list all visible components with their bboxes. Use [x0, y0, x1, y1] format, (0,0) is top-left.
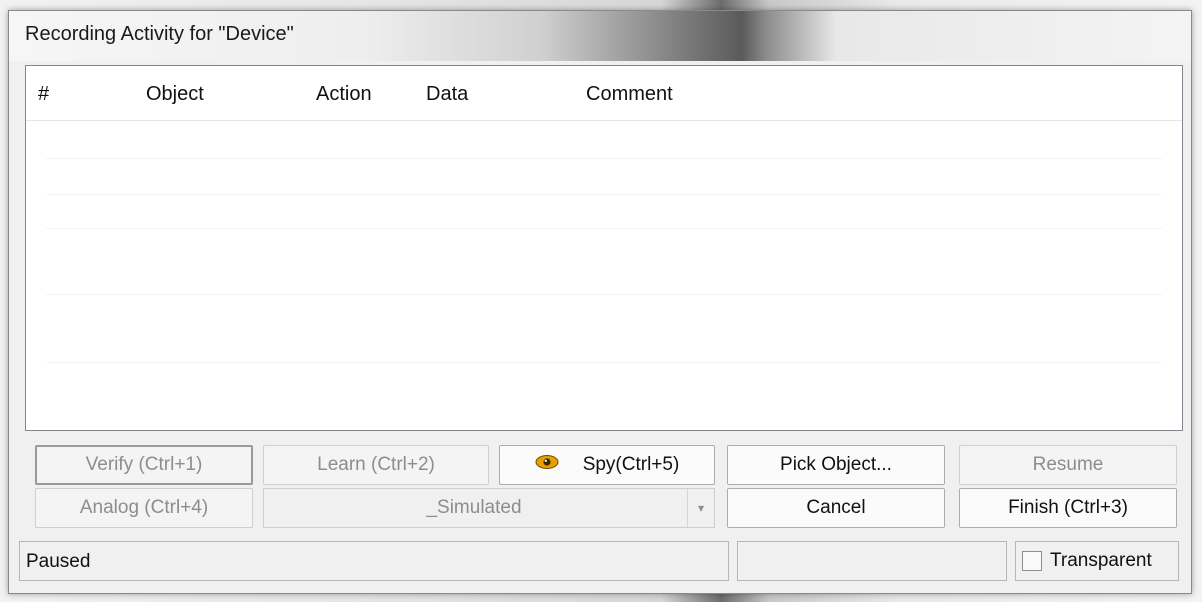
list-gridline [46, 294, 1162, 295]
spy-button-label: Spy(Ctrl+5) [582, 454, 680, 475]
cancel-button[interactable]: Cancel [727, 488, 945, 528]
list-gridline [46, 194, 1162, 195]
window-title: Recording Activity for "Device" [25, 23, 294, 45]
list-gridline [46, 228, 1162, 229]
recording-mode-value: _Simulated [426, 497, 522, 518]
column-header-number[interactable]: # [38, 83, 49, 106]
column-header-data[interactable]: Data [426, 83, 468, 106]
analog-button[interactable]: Analog (Ctrl+4) [35, 488, 253, 528]
verify-button[interactable]: Verify (Ctrl+1) [35, 445, 253, 485]
recording-window: Recording Activity for "Device" # Object… [8, 10, 1192, 594]
recording-mode-select[interactable]: _Simulated ▾ [263, 488, 715, 528]
status-bar: Paused Transparent [19, 541, 1185, 583]
list-gridline [46, 362, 1162, 363]
column-header-action[interactable]: Action [316, 83, 372, 106]
finish-button[interactable]: Finish (Ctrl+3) [959, 488, 1177, 528]
status-panel-secondary [737, 541, 1007, 581]
learn-button[interactable]: Learn (Ctrl+2) [263, 445, 489, 485]
eye-icon [535, 454, 559, 476]
status-panel-main: Paused [19, 541, 729, 581]
transparent-checkbox[interactable] [1022, 551, 1042, 571]
column-header-comment[interactable]: Comment [586, 83, 673, 106]
column-header-object[interactable]: Object [146, 83, 204, 106]
chevron-down-icon[interactable]: ▾ [687, 489, 714, 527]
list-header: # Object Action Data Comment [26, 66, 1182, 121]
recording-list[interactable]: # Object Action Data Comment [25, 65, 1183, 431]
window-content: # Object Action Data Comment Verify (Ctr… [15, 61, 1185, 587]
resume-button[interactable]: Resume [959, 445, 1177, 485]
spy-button[interactable]: Spy(Ctrl+5) [499, 445, 715, 485]
pick-object-button[interactable]: Pick Object... [727, 445, 945, 485]
title-bar[interactable]: Recording Activity for "Device" [9, 11, 1191, 61]
transparent-label[interactable]: Transparent [1050, 550, 1152, 572]
status-text: Paused [26, 551, 91, 572]
list-gridline [46, 158, 1162, 159]
transparent-toggle[interactable]: Transparent [1015, 541, 1179, 581]
